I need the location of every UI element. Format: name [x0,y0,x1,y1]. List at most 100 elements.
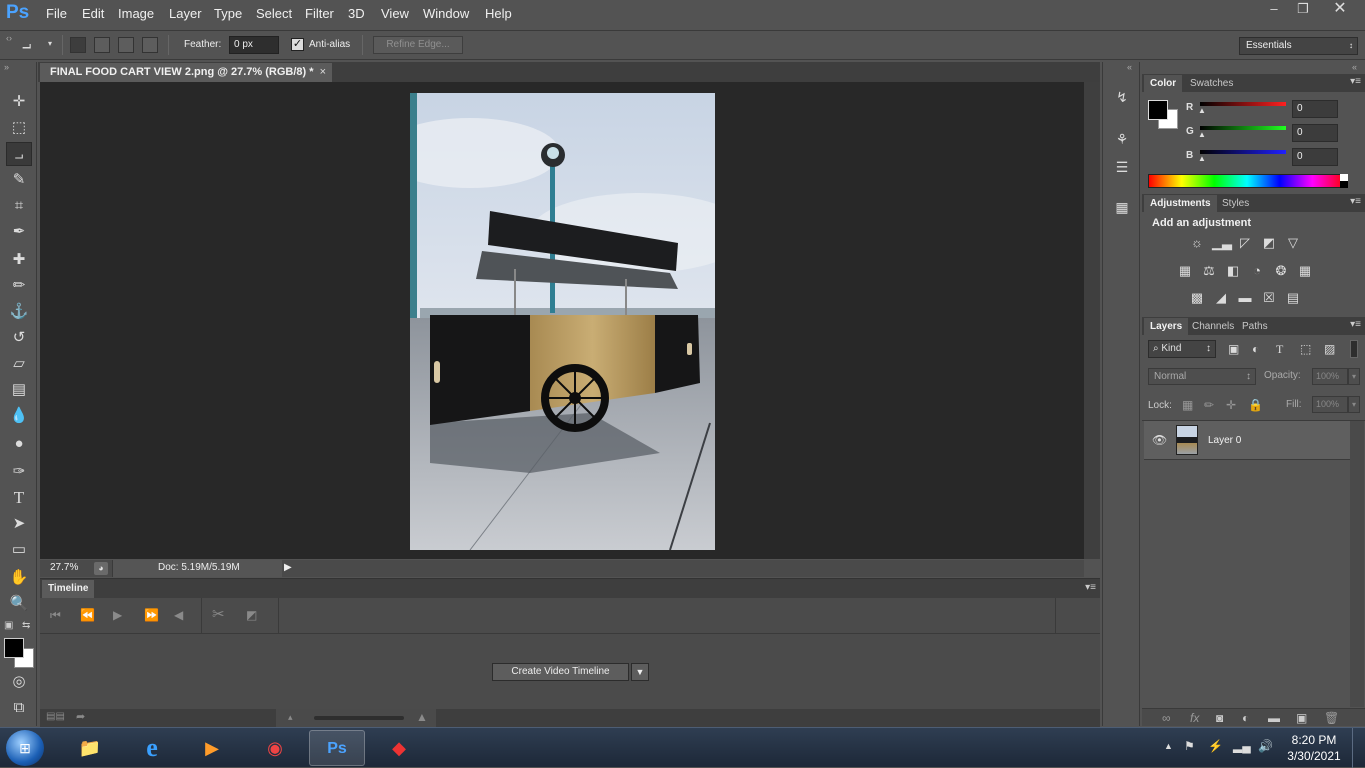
lock-pixels-icon[interactable]: ✏ [1204,398,1214,412]
adjustment-filter-icon[interactable]: ◐ [1252,342,1259,356]
collapse-icon[interactable]: » [4,62,9,72]
brush-presets-icon[interactable]: ☰ [1111,156,1133,178]
rectangle-tool-icon[interactable]: ▭ [6,538,32,562]
smart-object-filter-icon[interactable]: ▨ [1324,342,1335,356]
zoom-level[interactable]: 27.7% [50,562,78,573]
red-value-input[interactable]: 0 [1292,100,1338,118]
selective-color-icon[interactable]: ☒ [1260,289,1278,307]
transition-icon[interactable]: ◩ [246,608,257,622]
tab-color[interactable]: Color [1144,75,1183,92]
scissors-icon[interactable]: ✂ [212,605,225,623]
type-filter-icon[interactable]: T [1276,342,1283,357]
dodge-tool-icon[interactable]: ● [6,432,32,456]
show-hidden-icons-icon[interactable]: ▲ [1164,741,1173,751]
lock-transparency-icon[interactable]: ▦ [1182,398,1193,412]
layer-row[interactable]: 👁 Layer 0 [1144,421,1350,460]
add-to-selection-button[interactable] [94,37,110,53]
minimize-icon[interactable]: ‒ [1259,0,1289,18]
default-colors-icon[interactable]: ▣ [4,620,13,631]
power-icon[interactable]: ⚡ [1208,739,1223,753]
color-balance-icon[interactable]: ⚖ [1200,262,1218,280]
color-spectrum-bar[interactable] [1148,174,1346,188]
color-lookup-icon[interactable]: ▦ [1296,262,1314,280]
channel-mixer-icon[interactable]: ❂ [1272,262,1290,280]
lock-position-icon[interactable]: ✛ [1226,398,1236,412]
folder-icon[interactable]: ▬ [1268,711,1280,725]
tab-layers[interactable]: Layers [1144,318,1189,335]
chrome-icon[interactable]: ◉ [247,730,303,766]
blue-slider[interactable] [1200,150,1286,154]
next-frame-icon[interactable]: ⏩ [144,608,159,622]
polygonal-lasso-tool-icon[interactable]: ⨼ [6,142,32,166]
new-layer-icon[interactable]: ▣ [1296,711,1307,725]
threshold-icon[interactable]: ▬ [1236,289,1254,307]
green-value-input[interactable]: 0 [1292,124,1338,142]
panel-menu-icon[interactable]: ▾≡ [1350,196,1361,207]
collapse-icon[interactable]: « [1127,62,1132,72]
restore-icon[interactable]: ❐ [1288,0,1318,18]
gradient-tool-icon[interactable]: ▤ [6,378,32,402]
photo-filter-icon[interactable]: ◔ [1248,262,1266,280]
network-icon[interactable]: ▂▄ [1233,739,1251,753]
menu-filter[interactable]: Filter [305,6,334,21]
new-adjustment-icon[interactable]: ◐ [1242,711,1249,725]
filter-toggle[interactable] [1350,340,1358,358]
green-slider[interactable] [1200,126,1286,130]
black-swatch[interactable] [1340,181,1348,188]
chevron-down-icon[interactable]: ▾ [1348,368,1360,385]
brush-panel-icon[interactable]: ⚘ [1111,128,1133,150]
red-slider[interactable] [1200,102,1286,106]
menu-edit[interactable]: Edit [82,6,104,21]
link-layers-icon[interactable]: ∞ [1162,711,1171,725]
marquee-tool-icon[interactable]: ⬚ [6,116,32,140]
blur-tool-icon[interactable]: 💧 [6,404,32,428]
curves-icon[interactable]: ◸ [1236,234,1254,252]
zoom-out-icon[interactable]: ▴ [288,712,293,723]
zoom-in-icon[interactable]: ▲ [416,710,428,724]
eraser-tool-icon[interactable]: ▱ [6,352,32,376]
start-button-icon[interactable]: ⊞ [6,730,44,766]
status-options-icon[interactable]: ◕ [94,562,108,575]
menu-3d[interactable]: 3D [348,6,365,21]
eyedropper-tool-icon[interactable]: ✒ [6,220,32,244]
tab-channels[interactable]: Channels [1186,318,1240,335]
opacity-input[interactable]: 100% [1312,368,1348,385]
menu-help[interactable]: Help [485,6,512,21]
swap-colors-icon[interactable]: ⇆ [22,620,30,631]
history-panel-icon[interactable]: ↯ [1111,86,1133,108]
layer-filter-select[interactable]: ⌕ Kind ↕ [1148,340,1216,358]
crop-tool-icon[interactable]: ⌗ [6,194,32,218]
timeline-tab[interactable]: Timeline [42,580,94,598]
layers-scrollbar[interactable] [1350,421,1364,707]
quick-mask-icon[interactable]: ◎ [6,670,32,694]
chevron-down-icon[interactable]: ▼ [631,663,649,681]
fx-icon[interactable]: fx [1190,711,1199,725]
tab-paths[interactable]: Paths [1236,318,1274,335]
audio-icon[interactable]: ◀ [174,608,183,622]
convert-icon[interactable]: ➦ [76,710,85,723]
brush-tool-icon[interactable]: ✏ [6,274,32,298]
menu-select[interactable]: Select [256,6,292,21]
clone-stamp-tool-icon[interactable]: ⚓ [6,300,32,324]
layer-name[interactable]: Layer 0 [1208,435,1241,446]
healing-brush-tool-icon[interactable]: ✚ [6,248,32,272]
blend-mode-select[interactable]: Normal ↕ [1148,368,1256,385]
zoom-tool-icon[interactable]: 🔍 [6,592,32,616]
trash-icon[interactable]: 🗑 [1324,711,1339,725]
exposure-icon[interactable]: ◩ [1260,234,1278,252]
volume-icon[interactable]: 🔊 [1258,739,1273,753]
canvas-area[interactable] [40,82,1084,559]
tab-adjustments[interactable]: Adjustments [1144,195,1217,212]
sketchup-icon[interactable]: ◆ [371,730,427,766]
tab-styles[interactable]: Styles [1216,195,1255,212]
internet-explorer-icon[interactable]: e [124,730,180,766]
previous-frame-icon[interactable]: ⏪ [80,608,95,622]
foreground-color-swatch[interactable] [1148,100,1168,120]
photoshop-taskbar-icon[interactable]: Ps [309,730,365,766]
hue-saturation-icon[interactable]: ▦ [1176,262,1194,280]
slider-handle-icon[interactable]: ▲ [1198,106,1206,115]
blue-value-input[interactable]: 0 [1292,148,1338,166]
history-brush-tool-icon[interactable]: ↺ [6,326,32,350]
lock-all-icon[interactable]: 🔒 [1248,398,1263,412]
panel-menu-icon[interactable]: ▾≡ [1350,76,1361,87]
